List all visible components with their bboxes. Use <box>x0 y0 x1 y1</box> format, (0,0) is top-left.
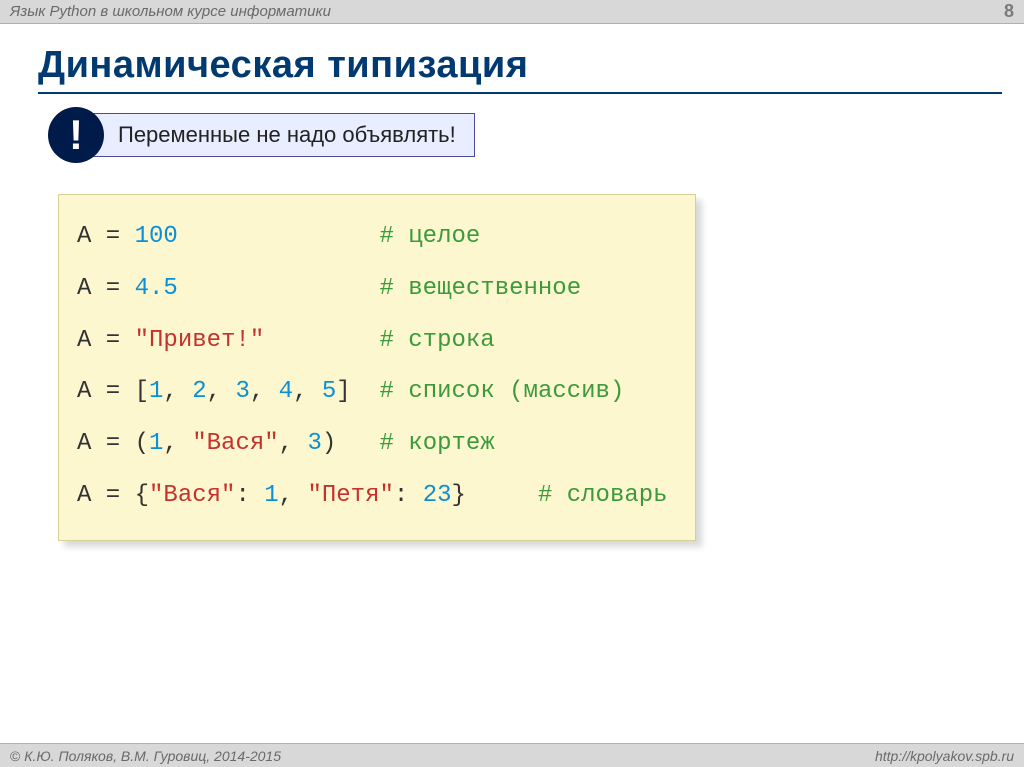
footer-url: http://kpolyakov.spb.ru <box>875 748 1014 764</box>
title-rule <box>38 92 1002 94</box>
code-line: A = 4.5 # вещественное <box>77 275 581 302</box>
slide: Язык Python в школьном курсе информатики… <box>0 0 1024 767</box>
footer: К.Ю. Поляков, В.М. Гуровиц, 2014-2015 ht… <box>0 743 1024 767</box>
code-line: A = (1, "Вася", 3) # кортеж <box>77 430 495 457</box>
page-number: 8 <box>1004 1 1014 22</box>
code-line: A = 100 # целое <box>77 223 480 250</box>
code-line: A = {"Вася": 1, "Петя": 23} # словарь <box>77 482 668 509</box>
top-bar: Язык Python в школьном курсе информатики… <box>0 0 1024 24</box>
code-block: A = 100 # целое A = 4.5 # вещественное A… <box>58 194 696 541</box>
code-line: A = "Привет!" # строка <box>77 327 495 354</box>
code-line: A = [1, 2, 3, 4, 5] # список (массив) <box>77 378 624 405</box>
footer-authors: К.Ю. Поляков, В.М. Гуровиц, 2014-2015 <box>10 748 281 764</box>
callout: ! Переменные не надо объявлять! <box>48 109 498 165</box>
callout-text: Переменные не надо объявлять! <box>84 113 475 157</box>
slide-title: Динамическая типизация <box>38 44 528 87</box>
exclaim-icon: ! <box>48 107 104 163</box>
course-title: Язык Python в школьном курсе информатики <box>10 3 331 20</box>
